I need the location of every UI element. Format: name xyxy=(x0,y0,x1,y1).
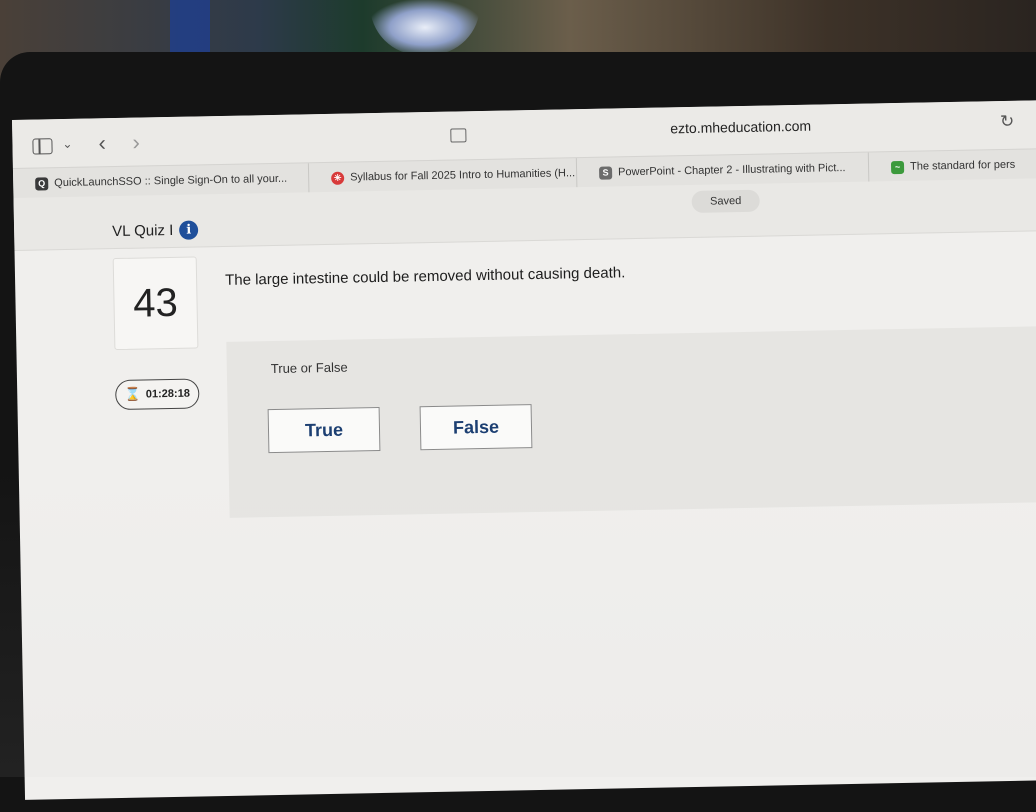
timer[interactable]: ⌛ 01:28:18 xyxy=(115,378,200,411)
quiz-title-text: VL Quiz I xyxy=(111,221,174,241)
sidebar-toggle-icon[interactable] xyxy=(32,138,53,155)
quicklaunch-icon: Q xyxy=(35,176,49,191)
background-object xyxy=(170,0,210,60)
question-number: 43 xyxy=(112,256,199,351)
true-button[interactable]: True xyxy=(267,406,381,454)
hourglass-icon: ⌛ xyxy=(124,386,141,402)
address-bar[interactable]: ezto.mheducation.com xyxy=(442,106,1023,149)
forward-icon[interactable]: › xyxy=(132,130,140,156)
chevron-down-icon[interactable]: ⌄ xyxy=(62,137,72,151)
bookmark-label: PowerPoint - Chapter 2 - Illustrating wi… xyxy=(618,162,846,179)
answer-area: True or False True False xyxy=(226,325,1036,518)
bookmark-standard[interactable]: ~ The standard for pers xyxy=(868,148,1036,183)
bookmark-label: Syllabus for Fall 2025 Intro to Humaniti… xyxy=(350,167,576,184)
background-light xyxy=(370,0,480,55)
slides-icon: S xyxy=(598,165,613,180)
false-button[interactable]: False xyxy=(419,404,533,451)
question-text: The large intestine could be removed wit… xyxy=(224,264,626,289)
saved-status-badge: Saved xyxy=(691,189,760,213)
timer-value: 01:28:18 xyxy=(145,387,191,401)
bookmark-label: QuickLaunchSSO :: Single Sign-On to all … xyxy=(54,172,288,190)
info-icon[interactable]: i xyxy=(179,220,199,240)
quiz-title: VL Quiz I i xyxy=(111,220,199,241)
canvas-icon: ✳ xyxy=(331,171,345,185)
question-type-label: True or False xyxy=(270,359,348,377)
bookmark-label: The standard for pers xyxy=(909,158,1016,173)
chart-icon: ~ xyxy=(890,160,905,174)
url-text: ezto.mheducation.com xyxy=(670,117,812,137)
back-icon[interactable]: ‹ xyxy=(98,130,106,156)
browser-window: ⌄ ‹ › ezto.mheducation.com ↻ Q QuickLaun… xyxy=(12,100,1036,800)
reload-icon[interactable]: ↻ xyxy=(1000,112,1015,132)
